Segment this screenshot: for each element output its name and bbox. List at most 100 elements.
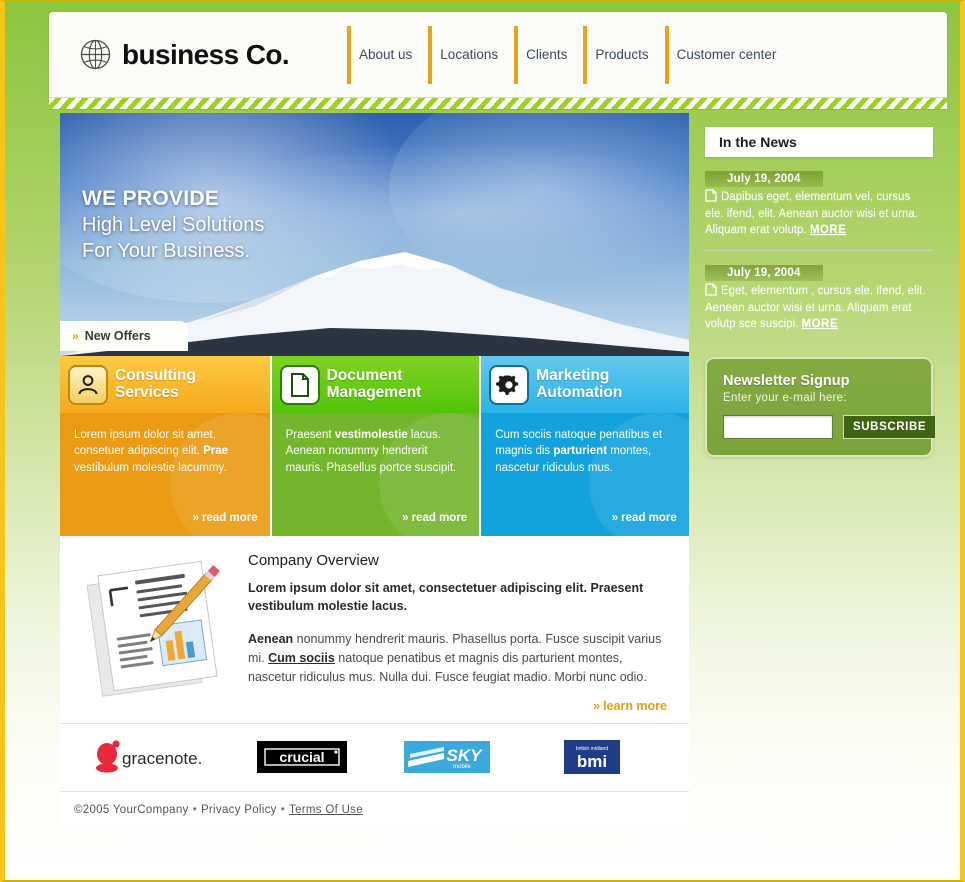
hero-headline: WE PROVIDE High Level Solutions For Your…: [82, 185, 264, 264]
service-title-line-2: Services: [115, 383, 179, 401]
email-input[interactable]: [723, 415, 833, 440]
newsletter-title: Newsletter Signup: [723, 373, 850, 390]
service-title-line-2: Management: [326, 383, 422, 401]
news-item: July 19, 2004 Dapibus eget, elementum ve…: [705, 157, 933, 252]
read-more-link-document[interactable]: » read more: [271, 508, 480, 536]
partner-logo-bmi[interactable]: british midland bmi: [520, 740, 665, 774]
service-title-line-2: Automation: [536, 383, 623, 401]
partner-logo-crucial[interactable]: crucial: [229, 741, 374, 773]
document-icon: [705, 283, 717, 296]
chevron-right-icon: »: [72, 329, 79, 343]
svg-text:gracenote.: gracenote.: [122, 749, 202, 768]
nav-label: Clients: [526, 47, 568, 62]
overview-title: Company Overview: [248, 552, 379, 569]
in-the-news-label: In the News: [719, 134, 797, 150]
service-box-document-management[interactable]: Document Management Praesent vestimolest…: [269, 356, 480, 536]
privacy-policy-link[interactable]: Privacy Policy: [201, 804, 277, 816]
newsletter-subtitle: Enter your e-mail here:: [723, 392, 847, 405]
nav-item-products[interactable]: Products: [583, 25, 664, 84]
overview-body: Aenean nonummy hendrerit mauris. Phasell…: [248, 631, 662, 684]
overview-lead: Lorem ipsum dolor sit amet, consectetuer…: [248, 581, 644, 613]
read-more-link-marketing[interactable]: » read more: [481, 508, 689, 536]
chevron-right-icon: »: [402, 512, 409, 524]
svg-text:SKY: SKY: [447, 746, 484, 765]
learn-more-link[interactable]: » learn more: [248, 687, 669, 713]
news-text: Dapibus eget, elementum vel, cursus ele.…: [705, 189, 933, 239]
news-date-badge: July 19, 2004: [705, 265, 823, 282]
terms-of-use-link[interactable]: Terms Of Use: [289, 804, 363, 816]
service-description: Lorem ipsum dolor sit amet, consetuer ad…: [60, 413, 270, 508]
striped-divider: [49, 97, 947, 110]
news-more-link[interactable]: MORE: [810, 224, 847, 236]
document-icon: [279, 364, 320, 405]
copyright-text: ©2005 YourCompany: [74, 803, 189, 816]
nav-label: Products: [595, 47, 649, 62]
company-overview-section: Company Overview Lorem ipsum dolor sit a…: [60, 536, 689, 723]
cum-sociis-link[interactable]: Cum sociis: [268, 651, 335, 665]
in-the-news-heading: In the News: [705, 127, 933, 157]
newsletter-form: SUBSCRIBE: [723, 415, 937, 440]
news-item: July 19, 2004 Eget, elementum , cursus e…: [705, 251, 933, 333]
user-icon: [68, 364, 108, 405]
service-title-line-1: Marketing: [536, 366, 610, 384]
service-title: Consulting Services: [115, 366, 196, 401]
news-divider: [705, 250, 933, 252]
learn-more-label: learn more: [603, 698, 667, 713]
partner-logos: gracenote. crucial SKY mobile british mi…: [60, 722, 689, 791]
gear-icon: [489, 364, 530, 405]
brand-name: business Co.: [122, 38, 290, 70]
read-more-label: read more: [621, 512, 677, 524]
service-boxes: Consulting Services Lorem ipsum dolor si…: [60, 356, 689, 536]
chevron-right-icon: »: [192, 512, 199, 524]
service-description: Praesent vestimolestie lacus. Aenean non…: [271, 413, 480, 508]
separator-dot: •: [192, 803, 197, 816]
service-box-marketing-automation[interactable]: Marketing Automation Cum sociis natoque …: [479, 356, 689, 536]
nav-label: About us: [359, 47, 413, 62]
service-box-consulting-services[interactable]: Consulting Services Lorem ipsum dolor si…: [60, 356, 270, 536]
svg-text:crucial: crucial: [279, 749, 324, 765]
hero-line-1: WE PROVIDE: [82, 187, 220, 210]
nav-label: Customer center: [676, 47, 777, 62]
nav-item-locations[interactable]: Locations: [428, 25, 514, 84]
separator-dot: •: [280, 803, 286, 816]
read-more-label: read more: [411, 512, 468, 524]
nav-item-about-us[interactable]: About us: [347, 25, 428, 84]
service-header: Consulting Services: [60, 356, 270, 413]
document-icon: [705, 189, 717, 202]
main-content-column: WE PROVIDE High Level Solutions For Your…: [60, 113, 689, 830]
news-more-link[interactable]: MORE: [802, 318, 839, 330]
main-navigation: About us Locations Clients Products Cust…: [347, 25, 787, 84]
service-title-line-1: Document: [326, 366, 403, 384]
hero-line-3: For Your Business.: [82, 240, 250, 263]
right-sidebar: In the News July 19, 2004 Dapibus eget, …: [705, 127, 937, 458]
news-text: Eget, elementum , cursus ele. ifend, eli…: [705, 283, 933, 333]
hero-line-2: High Level Solutions: [82, 214, 265, 237]
brand-logo[interactable]: business Co.: [49, 38, 347, 71]
documents-pencil-chart-illustration: [80, 552, 240, 713]
newsletter-signup-box: Newsletter Signup Enter your e-mail here…: [705, 357, 937, 458]
overview-text: Company Overview Lorem ipsum dolor sit a…: [240, 552, 669, 713]
page-background: business Co. About us Locations Clients …: [0, 0, 965, 882]
service-title-line-1: Consulting: [115, 366, 196, 384]
read-more-link-consulting[interactable]: » read more: [60, 508, 270, 536]
svg-text:bmi: bmi: [577, 752, 607, 771]
svg-text:mobile: mobile: [453, 764, 471, 770]
partner-logo-gracenote[interactable]: gracenote.: [84, 739, 229, 775]
service-header: Marketing Automation: [481, 356, 689, 413]
nav-item-clients[interactable]: Clients: [514, 25, 583, 84]
chevron-right-icon: »: [611, 512, 619, 524]
globe-icon: [80, 39, 111, 70]
subscribe-button[interactable]: SUBSCRIBE: [843, 415, 937, 440]
service-title: Document Management: [326, 366, 422, 401]
hero-banner: WE PROVIDE High Level Solutions For Your…: [60, 113, 689, 356]
service-title: Marketing Automation: [536, 366, 623, 401]
new-offers-label: New Offers: [84, 329, 151, 343]
new-offers-tab[interactable]: » New Offers: [60, 321, 188, 351]
news-date-badge: July 19, 2004: [705, 171, 823, 187]
service-header: Document Management: [271, 356, 480, 413]
read-more-label: read more: [201, 512, 258, 524]
nav-item-customer-center[interactable]: Customer center: [664, 25, 787, 84]
footer-bar: ©2005 YourCompany • Privacy Policy • Terms O…: [60, 790, 689, 830]
partner-logo-sky[interactable]: SKY mobile: [375, 741, 520, 773]
chevron-right-icon: »: [593, 698, 601, 713]
